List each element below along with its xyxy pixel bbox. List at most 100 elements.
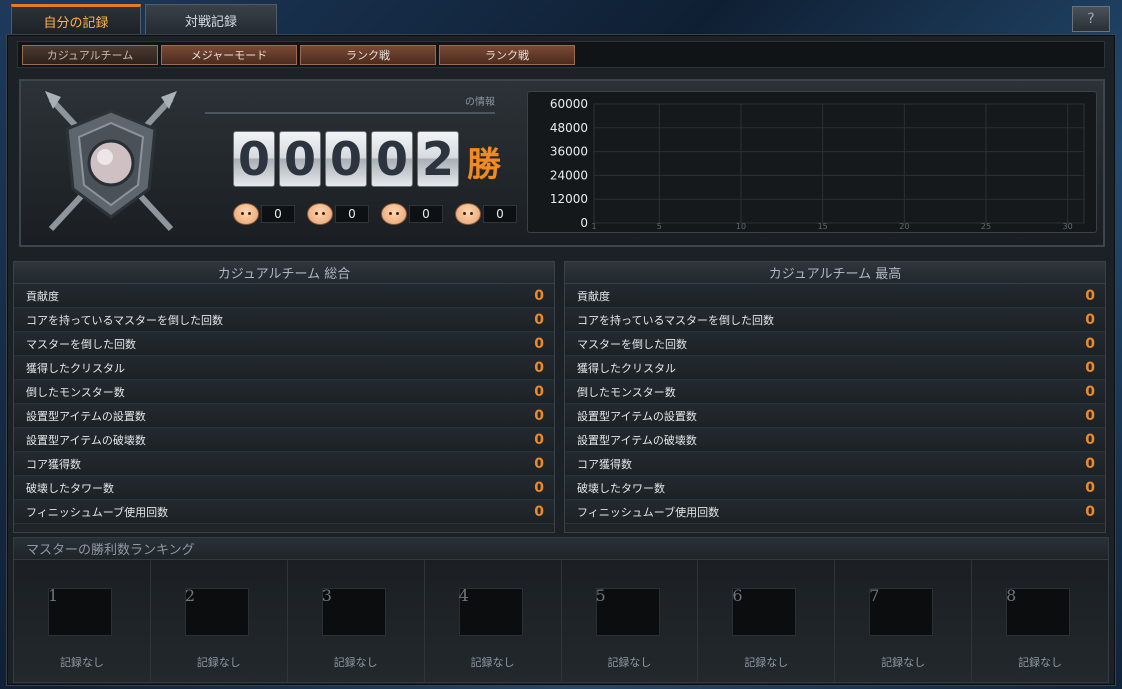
stat-label: マスターを倒した回数 bbox=[26, 337, 136, 351]
subtab-rank-battle-2[interactable]: ランク戦 bbox=[439, 45, 575, 65]
stats-total-panel: カジュアルチーム 総合 貢献度 0 コアを持っているマスターを倒した回数 0 マスターを… bbox=[13, 261, 555, 533]
tab-match-record[interactable]: 対戦記録 bbox=[145, 4, 277, 35]
stat-label: コア獲得数 bbox=[26, 457, 81, 471]
stat-label: コアを持っているマスターを倒した回数 bbox=[577, 313, 775, 327]
x-tick-label: 5 bbox=[657, 222, 662, 231]
stat-label: マスターを倒した回数 bbox=[577, 337, 687, 351]
stat-row: 設置型アイテムの設置数 0 bbox=[14, 404, 554, 428]
stat-label: 獲得したクリスタル bbox=[26, 361, 125, 375]
ranking-panel: マスターの勝利数ランキング 1 記録なし 2 記録なし 3 記録なし 4 記録なし 5 記録なし 6… bbox=[13, 537, 1109, 683]
character-support-icon bbox=[455, 203, 481, 225]
stat-row: フィニッシュムーブ使用回数 0 bbox=[565, 500, 1105, 524]
rank-number: 5 bbox=[595, 586, 606, 605]
ranking-grid: 1 記録なし 2 記録なし 3 記録なし 4 記録なし 5 記録なし 6 記録なし 7 記録なし 8 記録なし bbox=[14, 560, 1108, 682]
info-label: の情報 bbox=[205, 93, 495, 114]
character-sword-icon bbox=[381, 203, 407, 225]
subtab-rank-battle-1[interactable]: ランク戦 bbox=[300, 45, 436, 65]
subtab-major-mode[interactable]: メジャーモード bbox=[161, 45, 297, 65]
stat-row: 獲得したクリスタル 0 bbox=[565, 356, 1105, 380]
chart-svg: 60000480003600024000120000 1 5 10 15 20 25 30 bbox=[550, 97, 1085, 231]
mode-tab-bar: カジュアルチーム メジャーモード ランク戦 ランク戦 bbox=[17, 41, 1105, 68]
y-tick-label: 60000 bbox=[550, 97, 588, 111]
rank-number: 7 bbox=[869, 586, 880, 605]
stat-row: 破壊したタワー数 0 bbox=[565, 476, 1105, 500]
mini-stat: 0 bbox=[233, 203, 295, 225]
rank-number: 6 bbox=[732, 586, 743, 605]
stats-best-panel: カジュアルチーム 最高 貢献度 0 コアを持っているマスターを倒した回数 0 マスターを… bbox=[564, 261, 1106, 533]
stat-row: 設置型アイテムの破壊数 0 bbox=[14, 428, 554, 452]
mini-stat-value: 0 bbox=[261, 205, 295, 223]
rank-label: 記録なし bbox=[59, 656, 104, 669]
win-counter: 0 0 0 0 2 bbox=[233, 131, 459, 187]
y-tick-label: 0 bbox=[580, 216, 588, 230]
stat-value: 0 bbox=[534, 431, 544, 448]
stat-value: 0 bbox=[534, 407, 544, 424]
record-window: カジュアルチーム メジャーモード ランク戦 ランク戦 の情報 0 0 0 0 2 bbox=[6, 34, 1116, 686]
stat-label: 倒したモンスター数 bbox=[577, 385, 676, 399]
stat-label: 破壊したタワー数 bbox=[577, 481, 665, 495]
stat-value: 0 bbox=[534, 287, 544, 304]
mini-stat-value: 0 bbox=[335, 205, 369, 223]
stat-value: 0 bbox=[534, 503, 544, 520]
rank-label: 記録なし bbox=[470, 656, 515, 669]
character-face-icon bbox=[233, 203, 259, 225]
stat-value: 0 bbox=[534, 335, 544, 352]
stat-label: コア獲得数 bbox=[577, 457, 632, 471]
stat-label: 貢献度 bbox=[577, 289, 610, 303]
subtab-casual-team[interactable]: カジュアルチーム bbox=[22, 45, 158, 65]
win-digit: 0 bbox=[371, 131, 413, 187]
stat-value: 0 bbox=[1085, 431, 1095, 448]
stat-label: 獲得したクリスタル bbox=[577, 361, 676, 375]
help-button[interactable]: ? bbox=[1072, 6, 1110, 32]
stat-label: 倒したモンスター数 bbox=[26, 385, 125, 399]
stat-value: 0 bbox=[534, 359, 544, 376]
stat-row: マスターを倒した回数 0 bbox=[14, 332, 554, 356]
stat-row: 破壊したタワー数 0 bbox=[14, 476, 554, 500]
stat-row: コアを持っているマスターを倒した回数 0 bbox=[14, 308, 554, 332]
rank-label: 記録なし bbox=[1018, 656, 1063, 669]
stat-row: 設置型アイテムの設置数 0 bbox=[565, 404, 1105, 428]
stat-value: 0 bbox=[1085, 407, 1095, 424]
ranking-title: マスターの勝利数ランキング bbox=[14, 538, 1108, 560]
stats-total-title: カジュアルチーム 総合 bbox=[14, 262, 554, 284]
character-shield-icon bbox=[307, 203, 333, 225]
rank-slot: 7 記録なし bbox=[835, 560, 973, 682]
mini-stat: 0 bbox=[455, 203, 517, 225]
rank-number: 2 bbox=[184, 586, 196, 605]
win-digit: 0 bbox=[233, 131, 275, 187]
rank-label: 記録なし bbox=[881, 656, 926, 669]
rank-label: 記録なし bbox=[744, 656, 789, 669]
rank-number: 8 bbox=[1006, 586, 1017, 605]
stat-row: 倒したモンスター数 0 bbox=[14, 380, 554, 404]
shield-emblem-icon bbox=[31, 89, 191, 239]
win-digit: 0 bbox=[325, 131, 367, 187]
win-chart: 60000 48000 36000 24000 12000 0 1 5 10 15 20 25 30 bbox=[527, 91, 1097, 233]
stat-label: 設置型アイテムの破壊数 bbox=[26, 433, 146, 447]
stats-best-title: カジュアルチーム 最高 bbox=[565, 262, 1105, 284]
stat-value: 0 bbox=[1085, 311, 1095, 328]
rank-slot: 4 記録なし bbox=[424, 560, 562, 682]
rank-slot: 2 記録なし bbox=[150, 560, 288, 682]
stat-value: 0 bbox=[1085, 479, 1095, 496]
stat-value: 0 bbox=[1085, 455, 1095, 472]
stat-value: 0 bbox=[1085, 359, 1095, 376]
stat-value: 0 bbox=[1085, 503, 1095, 520]
tab-my-record[interactable]: 自分の記録 bbox=[11, 4, 141, 35]
stat-row: 倒したモンスター数 0 bbox=[565, 380, 1105, 404]
stat-value: 0 bbox=[534, 311, 544, 328]
stat-row: コア獲得数 0 bbox=[14, 452, 554, 476]
x-tick-label: 10 bbox=[736, 222, 746, 231]
x-tick-label: 30 bbox=[1063, 222, 1073, 231]
x-tick-label: 15 bbox=[818, 222, 828, 231]
stat-value: 0 bbox=[534, 479, 544, 496]
stat-row: マスターを倒した回数 0 bbox=[565, 332, 1105, 356]
rank-slot: 8 記録なし bbox=[972, 560, 1108, 682]
mini-stat: 0 bbox=[307, 203, 369, 225]
stat-label: フィニッシュムーブ使用回数 bbox=[26, 505, 169, 519]
stat-row: 獲得したクリスタル 0 bbox=[14, 356, 554, 380]
stat-row: 設置型アイテムの破壊数 0 bbox=[565, 428, 1105, 452]
plot-area bbox=[593, 103, 1085, 224]
stat-row: コア獲得数 0 bbox=[565, 452, 1105, 476]
rank-number: 1 bbox=[48, 586, 59, 605]
stat-row: 貢献度 0 bbox=[565, 284, 1105, 308]
